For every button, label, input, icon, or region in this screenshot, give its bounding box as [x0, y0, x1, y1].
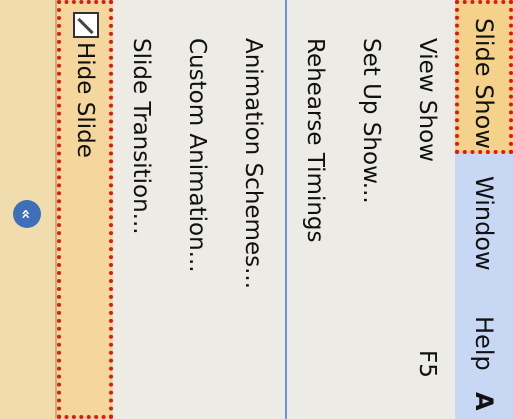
menu-window[interactable]: Window	[455, 176, 513, 271]
menu-item-custom-animation[interactable]: Custom Animation...	[169, 0, 225, 419]
menu-item-view-show[interactable]: View Show F5	[399, 0, 455, 419]
hide-slide-icon	[73, 12, 99, 38]
menu-item-hide-slide[interactable]: Hide Slide	[57, 0, 113, 419]
view-show-shortcut: F5	[414, 350, 440, 378]
menu-item-rehearse-timings[interactable]: Rehearse Timings	[287, 0, 343, 419]
rehearse-timings-label: Rehearse Timings	[302, 38, 328, 243]
menu-slide-show-label: Slide Show	[470, 18, 498, 149]
menu-item-slide-transition[interactable]: Slide Transition...	[113, 0, 169, 419]
menu-truncated-label: A	[470, 392, 498, 411]
hide-slide-label: Hide Slide	[72, 42, 98, 158]
view-show-label: View Show	[414, 38, 440, 162]
animation-schemes-label: Animation Schemes...	[240, 38, 266, 290]
menu-help-label: Help	[470, 316, 498, 371]
menu-item-animation-schemes[interactable]: Animation Schemes...	[225, 0, 281, 419]
menu-window-label: Window	[470, 176, 498, 271]
custom-animation-label: Custom Animation...	[184, 38, 210, 273]
chevron-double-icon[interactable]: «	[13, 200, 41, 228]
expand-menu-bar[interactable]: «	[0, 0, 57, 419]
menu-slide-show[interactable]: Slide Show	[455, 0, 513, 154]
menu-bar: Slide Show Window Help A	[455, 0, 513, 419]
menu-item-set-up-show[interactable]: Set Up Show...	[343, 0, 399, 419]
slide-show-menu-screenshot: Slide Show Window Help A View Show F5 Se…	[0, 0, 513, 419]
set-up-show-label: Set Up Show...	[358, 38, 384, 204]
menu-truncated[interactable]: A	[455, 392, 513, 411]
menu-separator	[285, 0, 287, 419]
slide-transition-label: Slide Transition...	[128, 38, 154, 235]
menu-help[interactable]: Help	[455, 316, 513, 371]
slide-show-menu: Slide Show Window Help A View Show F5 Se…	[0, 0, 513, 419]
